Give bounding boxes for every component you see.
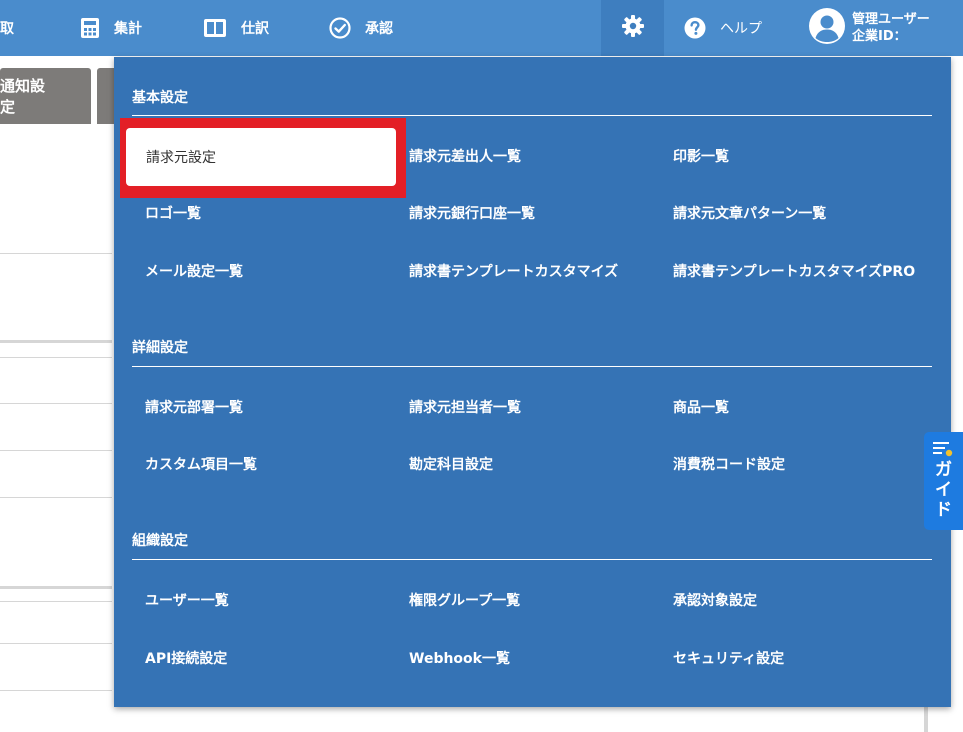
menu-item-billing-source-settings[interactable]: 請求元設定 xyxy=(126,128,396,186)
divider xyxy=(0,340,112,343)
menu-item-template-customize[interactable]: 請求書テンプレートカスタマイズ xyxy=(409,263,618,281)
menu-item-account-title-settings[interactable]: 勘定科目設定 xyxy=(409,456,493,474)
divider xyxy=(0,586,112,589)
help-icon xyxy=(684,17,706,39)
section-divider xyxy=(132,559,932,560)
menu-item-seal-list[interactable]: 印影一覧 xyxy=(673,148,729,166)
avatar-icon xyxy=(808,7,846,49)
help-label: ヘルプ xyxy=(720,21,762,37)
gear-icon xyxy=(621,14,645,42)
menu-item-webhook-list[interactable]: Webhook一覧 xyxy=(409,650,510,668)
menu-item-user-list[interactable]: ユーザー一覧 xyxy=(145,592,229,610)
menu-item-security-settings[interactable]: セキュリティ設定 xyxy=(673,650,784,668)
divider xyxy=(0,357,112,358)
nav-item-summary[interactable]: 集計 xyxy=(80,0,142,56)
help-button[interactable]: ヘルプ xyxy=(684,0,762,56)
section-title-detail: 詳細設定 xyxy=(132,340,188,356)
menu-item-mail-settings-list[interactable]: メール設定一覧 xyxy=(145,263,243,281)
guide-button[interactable]: ガイド xyxy=(924,432,963,530)
section-divider xyxy=(132,366,932,367)
nav-item-journal[interactable]: 仕訳 xyxy=(203,0,269,56)
user-name: 管理ユーザー xyxy=(852,12,930,27)
settings-dropdown-menu: 基本設定 請求元設定 請求元差出人一覧 印影一覧 ロゴ一覧 請求元銀行口座一覧 … xyxy=(114,57,951,707)
company-id: 企業ID： xyxy=(852,29,907,44)
nav-item-approval[interactable]: 承認 xyxy=(329,0,393,56)
divider xyxy=(0,497,112,498)
guide-label: ガイド xyxy=(935,460,952,520)
book-icon xyxy=(203,18,227,38)
menu-item-staff-list[interactable]: 請求元担当者一覧 xyxy=(409,399,521,417)
menu-item-tax-code-settings[interactable]: 消費税コード設定 xyxy=(673,456,785,474)
nav-item-partial-label: 取 xyxy=(0,21,14,37)
section-title-organization: 組織設定 xyxy=(132,533,188,549)
top-nav-bar: 取 集計 仕訳 承認 ヘルプ 管理ユーザー 企業ID： xyxy=(0,0,963,56)
divider xyxy=(0,643,112,644)
menu-item-product-list[interactable]: 商品一覧 xyxy=(673,399,729,417)
menu-item-custom-field-list[interactable]: カスタム項目一覧 xyxy=(145,456,257,474)
menu-item-template-customize-pro[interactable]: 請求書テンプレートカスタマイズPRO xyxy=(673,263,915,281)
settings-button[interactable] xyxy=(601,0,664,56)
tab-notification-label: 通知設定 xyxy=(0,77,46,116)
check-circle-icon xyxy=(329,17,351,39)
menu-item-logo-list[interactable]: ロゴ一覧 xyxy=(145,205,201,223)
divider xyxy=(0,450,112,451)
user-menu[interactable]: 管理ユーザー 企業ID： xyxy=(808,0,930,56)
nav-item-summary-label: 集計 xyxy=(114,21,142,37)
menu-item-text-pattern-list[interactable]: 請求元文章パターン一覧 xyxy=(673,205,826,223)
menu-item-department-list[interactable]: 請求元部署一覧 xyxy=(145,399,243,417)
menu-item-label: 請求元設定 xyxy=(146,150,216,166)
divider xyxy=(0,403,112,404)
nav-item-approval-label: 承認 xyxy=(365,21,393,37)
tab-notification-settings[interactable]: 通知設定 xyxy=(0,68,91,124)
menu-item-sender-list[interactable]: 請求元差出人一覧 xyxy=(409,148,521,166)
section-title-basic: 基本設定 xyxy=(132,90,188,106)
nav-item-journal-label: 仕訳 xyxy=(241,21,269,37)
calculator-icon xyxy=(80,17,100,39)
divider xyxy=(0,253,112,254)
menu-item-approval-target-settings[interactable]: 承認対象設定 xyxy=(673,592,757,610)
menu-item-bank-account-list[interactable]: 請求元銀行口座一覧 xyxy=(409,205,535,223)
divider xyxy=(0,690,112,691)
menu-item-api-connection-settings[interactable]: API接続設定 xyxy=(145,650,227,668)
nav-item-partial[interactable]: 取 xyxy=(0,0,14,56)
section-divider xyxy=(132,115,932,116)
divider xyxy=(0,601,112,602)
menu-item-permission-group-list[interactable]: 権限グループ一覧 xyxy=(409,592,520,610)
